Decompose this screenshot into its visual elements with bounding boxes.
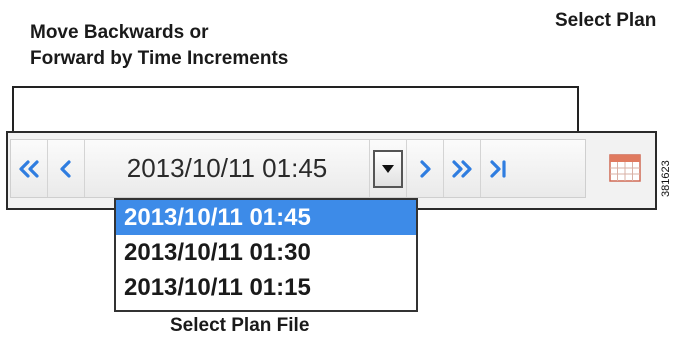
plan-file-option[interactable]: 2013/10/11 01:45 <box>116 200 416 235</box>
double-chevron-right-icon <box>452 159 472 178</box>
plan-file-option[interactable]: 2013/10/11 01:15 <box>116 270 416 305</box>
chevron-left-icon <box>60 159 71 178</box>
select-plan-callout: Select Plan <box>555 10 657 31</box>
plan-file-dropdown-button[interactable] <box>370 140 407 197</box>
move-to-latest-button[interactable] <box>481 140 517 197</box>
move-callout-line1: Move Backwards or <box>30 22 209 43</box>
move-callout: Move Backwards or Forward by Time Increm… <box>30 20 288 72</box>
calendar-icon[interactable] <box>608 152 642 184</box>
move-forward-button[interactable] <box>407 140 444 197</box>
move-back-fast-button[interactable] <box>11 140 48 197</box>
plan-file-dropdown-list: 2013/10/11 01:45 2013/10/11 01:30 2013/1… <box>114 198 418 312</box>
move-callout-line2: Forward by Time Increments <box>30 48 289 69</box>
plan-time-value: 2013/10/11 01:45 <box>126 153 328 183</box>
plan-file-option[interactable]: 2013/10/11 01:30 <box>116 235 416 270</box>
callout-bracket <box>12 86 579 131</box>
skip-to-end-icon <box>490 159 506 178</box>
time-navigation-bar: 2013/10/11 01:45 <box>10 139 586 198</box>
caret-down-icon <box>382 164 394 173</box>
double-chevron-left-icon <box>19 159 39 178</box>
move-forward-fast-button[interactable] <box>444 140 481 197</box>
figure-id: 381623 <box>660 160 672 198</box>
dropdown-toggle <box>373 149 403 188</box>
select-plan-file-callout: Select Plan File <box>170 315 310 336</box>
plan-time-field[interactable]: 2013/10/11 01:45 <box>85 140 370 197</box>
move-back-button[interactable] <box>48 140 85 197</box>
chevron-right-icon <box>420 159 431 178</box>
